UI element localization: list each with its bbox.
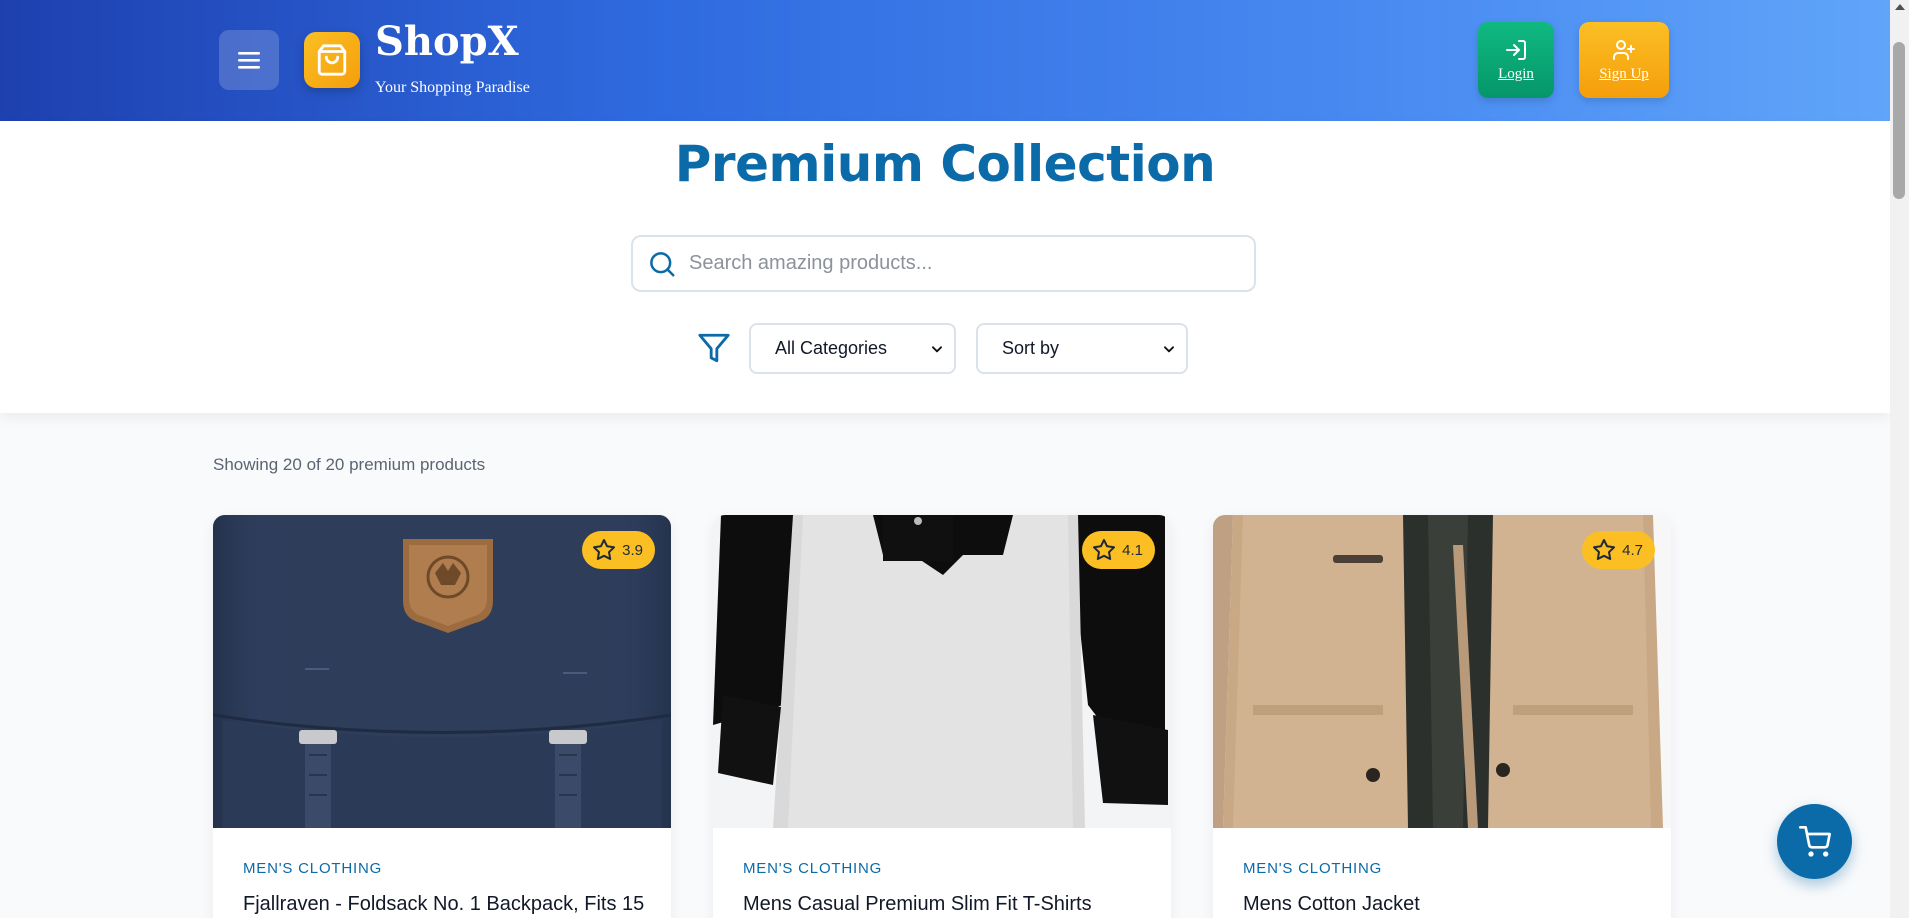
cart-button[interactable] <box>1777 804 1852 879</box>
brand-name[interactable]: ShopX <box>375 18 519 65</box>
product-image[interactable]: 3.9 <box>213 515 671 828</box>
star-icon <box>1593 539 1616 560</box>
filter-funnel-icon[interactable] <box>697 331 731 365</box>
product-image[interactable]: 4.1 <box>713 515 1171 828</box>
category-select-value: All Categories <box>775 338 888 358</box>
scrollbar-thumb[interactable] <box>1893 42 1905 199</box>
page-title: Premium Collection <box>674 135 1216 193</box>
signup-button[interactable]: Sign Up <box>1579 22 1669 98</box>
product-card[interactable]: 4.1 MEN'S CLOTHING Mens Casual Premium S… <box>713 515 1171 918</box>
top-header: ShopX Your Shopping Paradise Login Sign … <box>0 0 1890 121</box>
brand-logo[interactable] <box>304 32 360 88</box>
results-count: Showing 20 of 20 premium products <box>213 455 486 474</box>
product-card[interactable]: 3.9 MEN'S CLOTHING Fjallraven - Foldsack… <box>213 515 671 918</box>
product-title[interactable]: Mens Casual Premium Slim Fit T-Shirts <box>743 893 1092 916</box>
signup-label: Sign Up <box>1599 65 1649 82</box>
login-label: Login <box>1498 65 1534 82</box>
sort-select[interactable]: Sort by <box>976 323 1188 374</box>
star-icon <box>1093 539 1116 560</box>
search-icon <box>650 251 675 276</box>
rating-badge: 4.7 <box>1582 531 1655 569</box>
shopping-cart-icon <box>1798 825 1831 857</box>
rating-value: 4.7 <box>1622 541 1643 559</box>
chevron-down-icon <box>931 345 943 352</box>
product-category: MEN'S CLOTHING <box>1243 860 1383 877</box>
scroll-up-arrow[interactable] <box>1895 4 1905 10</box>
rating-badge: 4.1 <box>1082 531 1155 569</box>
product-title[interactable]: Fjallraven - Foldsack No. 1 Backpack, Fi… <box>243 893 644 916</box>
product-image[interactable]: 4.7 <box>1213 515 1671 828</box>
rating-badge: 3.9 <box>582 531 655 569</box>
login-arrow-icon <box>1506 39 1526 60</box>
product-card[interactable]: 4.7 MEN'S CLOTHING Mens Cotton Jacket <box>1213 515 1671 918</box>
category-select[interactable]: All Categories <box>749 323 956 374</box>
sort-select-value: Sort by <box>1002 338 1060 358</box>
chevron-down-icon <box>1163 345 1175 352</box>
product-title[interactable]: Mens Cotton Jacket <box>1243 893 1420 916</box>
menu-button[interactable] <box>219 30 279 90</box>
shopping-bag-icon <box>317 44 347 76</box>
product-category: MEN'S CLOTHING <box>743 860 883 877</box>
search-box[interactable] <box>631 235 1256 292</box>
brand-tagline: Your Shopping Paradise <box>375 79 530 96</box>
rating-value: 3.9 <box>622 541 643 559</box>
search-input[interactable] <box>689 252 1229 275</box>
hamburger-menu-icon <box>238 52 260 69</box>
product-category: MEN'S CLOTHING <box>243 860 383 877</box>
user-plus-icon <box>1613 39 1635 60</box>
login-button[interactable]: Login <box>1478 22 1554 98</box>
rating-value: 4.1 <box>1122 541 1143 559</box>
star-icon <box>593 539 616 560</box>
page: ShopX Your Shopping Paradise Login Sign … <box>0 0 1909 918</box>
collection-panel: Premium Collection All Categories Sort b… <box>0 121 1890 413</box>
